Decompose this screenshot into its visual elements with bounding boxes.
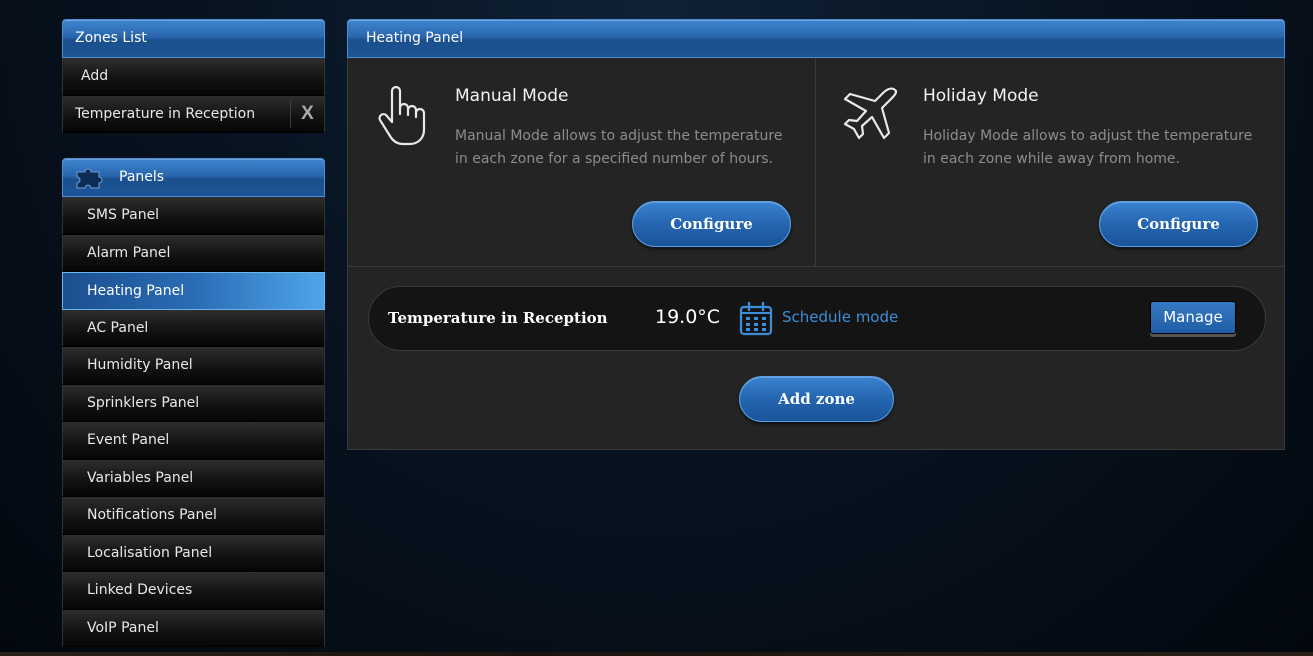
add-zone-link[interactable]: Add <box>62 58 325 96</box>
divider <box>348 266 1284 267</box>
holiday-mode-description: Holiday Mode allows to adjust the temper… <box>923 128 1253 167</box>
sidebar-item-variables-panel[interactable]: Variables Panel <box>62 459 325 497</box>
panels-header: Panels <box>62 158 325 197</box>
hand-pointer-icon <box>378 85 426 146</box>
sidebar-item-notifications-panel[interactable]: Notifications Panel <box>62 497 325 535</box>
zone-name: Temperature in Reception <box>388 309 608 327</box>
heating-panel-header: Heating Panel <box>347 19 1285 58</box>
sidebar-item-sms-panel[interactable]: SMS Panel <box>62 197 325 235</box>
sidebar-item-heating-panel[interactable]: Heating Panel <box>62 272 325 310</box>
airplane-icon <box>843 87 898 140</box>
sidebar-item-linked-devices[interactable]: Linked Devices <box>62 572 325 610</box>
sidebar-item-humidity-panel[interactable]: Humidity Panel <box>62 347 325 385</box>
holiday-mode-title: Holiday Mode <box>923 86 1039 106</box>
sidebar-item-event-panel[interactable]: Event Panel <box>62 422 325 460</box>
remove-zone-button[interactable]: X <box>290 99 324 128</box>
sidebar-item-ac-panel[interactable]: AC Panel <box>62 309 325 347</box>
manual-mode-card: Manual Mode Manual Mode allows to adjust… <box>348 58 816 267</box>
bottom-strip <box>0 652 1313 656</box>
manual-mode-title: Manual Mode <box>455 86 569 106</box>
sidebar-item-voip-panel[interactable]: VoIP Panel <box>62 609 325 647</box>
sidebar-item-localisation-panel[interactable]: Localisation Panel <box>62 534 325 572</box>
schedule-mode-link[interactable]: Schedule mode <box>782 308 898 326</box>
zone-list-item-label: Temperature in Reception <box>75 105 256 122</box>
zones-list-header: Zones List <box>62 19 325 58</box>
manual-mode-configure-button[interactable]: Configure <box>632 201 791 247</box>
zone-list-item[interactable]: Temperature in Reception X <box>62 95 325 133</box>
heating-panel-body: Manual Mode Manual Mode allows to adjust… <box>347 58 1285 450</box>
manage-zone-button[interactable]: Manage <box>1150 301 1236 334</box>
panels-box: Panels SMS Panel Alarm Panel Heating Pan… <box>62 158 325 647</box>
puzzle-icon <box>76 168 103 188</box>
zone-temperature: 19.0°C <box>655 306 721 328</box>
sidebar-item-sprinklers-panel[interactable]: Sprinklers Panel <box>62 384 325 422</box>
heating-panel: Heating Panel Manual Mode Manual Mode al… <box>347 19 1285 450</box>
sidebar-item-alarm-panel[interactable]: Alarm Panel <box>62 234 325 272</box>
zone-row: Temperature in Reception 19.0°C Schedule… <box>368 286 1266 351</box>
panels-header-label: Panels <box>119 169 165 185</box>
calendar-icon <box>739 301 773 336</box>
add-zone-button[interactable]: Add zone <box>739 376 894 422</box>
holiday-mode-card: Holiday Mode Holiday Mode allows to adju… <box>816 58 1284 267</box>
zones-list-box: Zones List Add Temperature in Reception … <box>62 19 325 133</box>
holiday-mode-configure-button[interactable]: Configure <box>1099 201 1258 247</box>
left-sidebar: Zones List Add Temperature in Reception … <box>62 19 325 647</box>
manual-mode-description: Manual Mode allows to adjust the tempera… <box>455 128 783 167</box>
